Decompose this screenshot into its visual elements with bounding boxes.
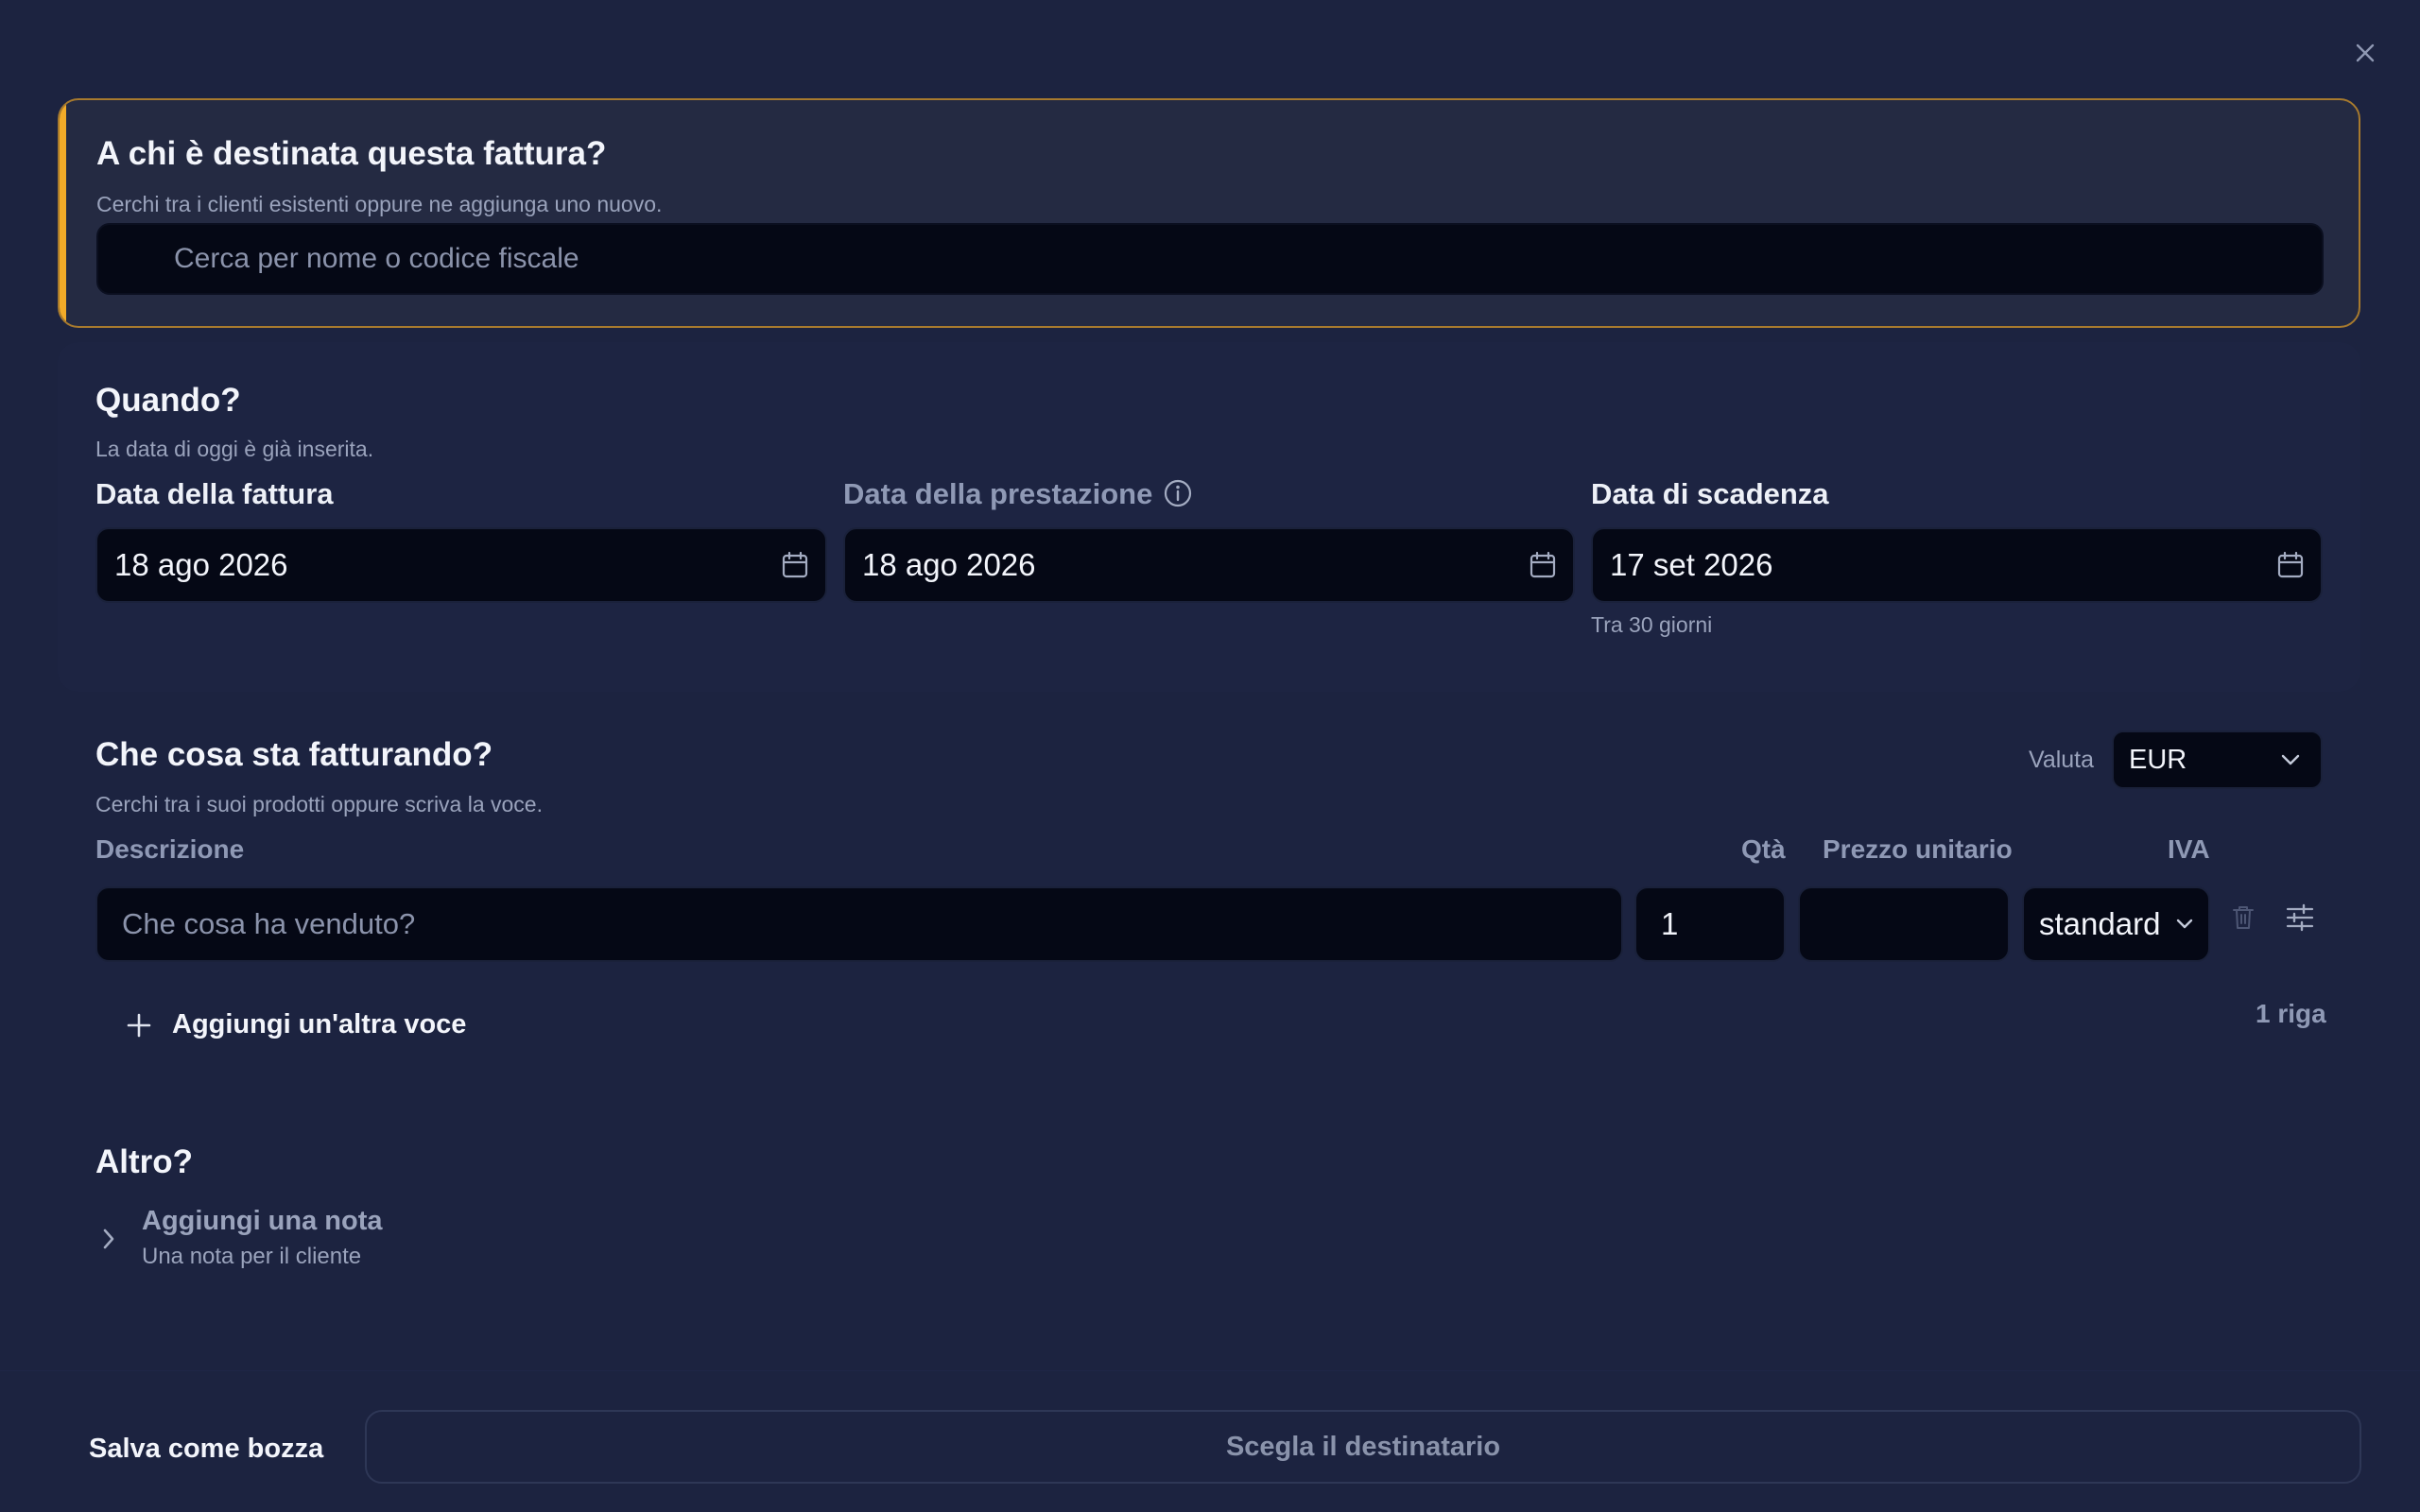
due-date-hint: Tra 30 giorni: [1591, 612, 1713, 637]
add-item-label: Aggiungi un'altra voce: [172, 1009, 467, 1040]
close-icon: [2355, 43, 2376, 63]
recipient-title: A chi è destinata questa fattura?: [96, 135, 607, 172]
add-item-button[interactable]: Aggiungi un'altra voce: [125, 1009, 466, 1040]
section-accent-bar: [60, 100, 66, 326]
calendar-icon[interactable]: [2275, 550, 2306, 580]
invoice-date-value: 18 ago 2026: [114, 547, 288, 582]
close-button[interactable]: [2350, 38, 2380, 68]
due-date-input[interactable]: 17 set 2026: [1591, 527, 2323, 603]
save-draft-button[interactable]: Salva come bozza: [89, 1434, 323, 1465]
currency-label: Valuta: [2029, 747, 2095, 773]
row-count: 1 riga: [2256, 999, 2326, 1028]
qty-input[interactable]: 1: [1634, 886, 1786, 962]
unit-price-input[interactable]: [1798, 886, 2010, 962]
plus-icon: [125, 1011, 153, 1040]
items-title: Che cosa sta fatturando?: [95, 736, 493, 773]
when-subtitle: La data di oggi è già inserita.: [95, 437, 374, 461]
chevron-down-icon: [2279, 752, 2302, 767]
col-vat: IVA: [2168, 834, 2210, 864]
col-unit-price: Prezzo unitario: [1823, 834, 2013, 864]
service-date-input[interactable]: 18 ago 2026: [843, 527, 1575, 603]
choose-recipient-button[interactable]: Scegla il destinatario: [365, 1410, 2361, 1484]
currency-value: EUR: [2129, 744, 2187, 775]
chevron-right-icon: [100, 1227, 117, 1251]
footer-divider: [0, 1370, 2420, 1371]
info-icon[interactable]: [1163, 478, 1193, 508]
calendar-icon[interactable]: [780, 550, 810, 580]
when-title: Quando?: [95, 382, 241, 419]
add-note-title: Aggiungi una nota: [142, 1206, 383, 1236]
col-qty: Qtà: [1741, 834, 1786, 864]
trash-icon[interactable]: [2229, 902, 2257, 933]
due-date-value: 17 set 2026: [1610, 547, 1773, 582]
service-date-label: Data della prestazione: [843, 477, 1152, 511]
description-placeholder: Che cosa ha venduto?: [122, 907, 416, 940]
currency-select[interactable]: EUR: [2112, 730, 2323, 789]
vat-select[interactable]: standard: [2022, 886, 2210, 962]
col-description: Descrizione: [95, 834, 245, 864]
vat-value: standard: [2039, 906, 2161, 941]
description-input[interactable]: Che cosa ha venduto?: [95, 886, 1623, 962]
items-subtitle: Cerchi tra i suoi prodotti oppure scriva…: [95, 792, 543, 816]
calendar-icon[interactable]: [1528, 550, 1558, 580]
recipient-subtitle: Cerchi tra i clienti esistenti oppure ne…: [96, 192, 663, 216]
recipient-search-input[interactable]: Cerca per nome o codice fiscale: [96, 223, 2324, 295]
invoice-date-label: Data della fattura: [95, 477, 334, 510]
when-section: [58, 342, 2360, 692]
search-placeholder: Cerca per nome o codice fiscale: [174, 243, 579, 274]
chevron-down-icon: [2174, 917, 2195, 932]
qty-value: 1: [1661, 906, 1679, 941]
recipient-section: A chi è destinata questa fattura? Cerchi…: [58, 98, 2360, 328]
service-date-label-text: Data della prestazione: [843, 477, 1153, 510]
invoice-date-input[interactable]: 18 ago 2026: [95, 527, 827, 603]
due-date-label: Data di scadenza: [1591, 477, 1829, 510]
other-title: Altro?: [95, 1143, 194, 1180]
service-date-value: 18 ago 2026: [862, 547, 1036, 582]
add-note-subtitle: Una nota per il cliente: [142, 1244, 362, 1269]
sliders-icon[interactable]: [2284, 902, 2316, 934]
